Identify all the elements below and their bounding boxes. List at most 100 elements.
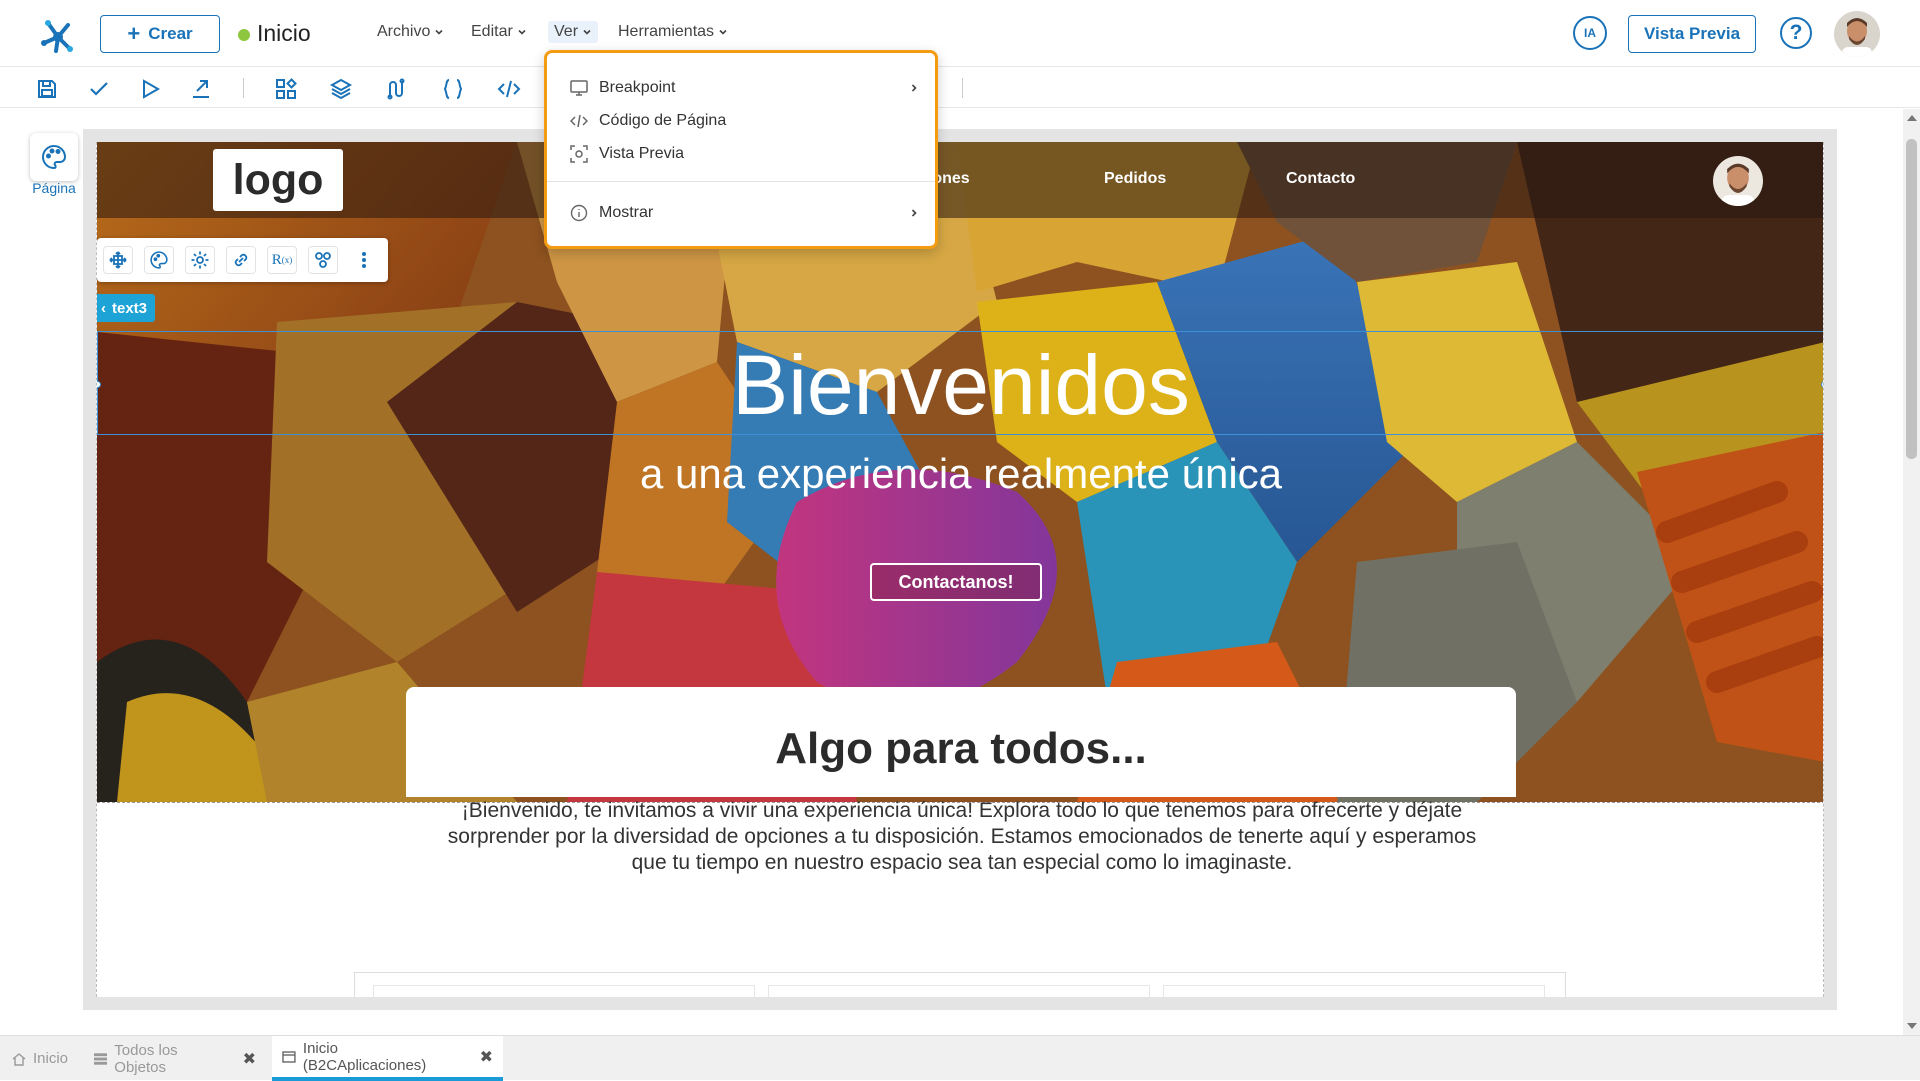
ai-button-label: IA <box>1584 26 1596 40</box>
menu-item-mostrar[interactable]: Mostrar <box>569 198 919 228</box>
selected-element-tag[interactable]: ‹ text3 <box>97 294 156 322</box>
check-icon[interactable] <box>87 77 111 101</box>
menu-ver-label: Ver <box>554 23 579 40</box>
monitor-icon <box>569 78 589 98</box>
page-icon <box>282 1050 296 1063</box>
help-icon: ? <box>1789 21 1803 44</box>
editor-toolbar <box>0 68 1920 108</box>
status-dot <box>238 29 250 41</box>
style-palette-icon[interactable] <box>144 246 174 274</box>
menu-archivo[interactable]: Archivo <box>377 23 444 41</box>
nav-link-pedidos[interactable]: Pedidos <box>1104 170 1166 188</box>
menu-item-breakpoint[interactable]: Breakpoint <box>569 73 919 103</box>
tab-inicio-label: Inicio <box>33 1050 69 1067</box>
connections-icon[interactable] <box>308 246 338 274</box>
menu-ver[interactable]: Ver <box>548 21 599 43</box>
info-icon <box>569 203 589 223</box>
export-icon[interactable] <box>189 77 213 101</box>
toolbar-separator <box>243 78 244 98</box>
flow-icon[interactable] <box>384 77 408 101</box>
close-tab-icon[interactable]: ✖ <box>480 1047 493 1067</box>
contact-button[interactable]: Contactanos! <box>870 563 1042 601</box>
code-icon[interactable] <box>497 77 521 101</box>
cards-row-container[interactable] <box>354 972 1566 997</box>
menu-herramientas-label: Herramientas <box>618 23 715 40</box>
menu-separator <box>547 181 935 182</box>
menu-item-mostrar-label: Mostrar <box>599 204 654 221</box>
create-button-label: Crear <box>148 24 193 43</box>
menu-item-breakpoint-label: Breakpoint <box>599 79 676 96</box>
resize-handle-right[interactable] <box>1821 381 1823 388</box>
chevron-right-icon <box>911 209 917 217</box>
menu-editar-label: Editar <box>471 23 513 40</box>
tab-active-label: Inicio (B2CAplicaciones) <box>302 1039 427 1074</box>
ver-menu-dropdown: Breakpoint Código de Página Vista Previa… <box>544 50 938 249</box>
create-button[interactable]: + Crear <box>100 15 220 53</box>
list-icon <box>94 1052 108 1065</box>
tab-inicio[interactable]: Inicio <box>2 1036 80 1081</box>
bottom-tab-bar: Inicio Todos los Objetos ✖ Inicio (B2CAp… <box>0 1035 1920 1081</box>
site-logo[interactable]: logo <box>213 149 343 211</box>
hero-subtitle[interactable]: a una experiencia realmente única <box>97 450 1823 498</box>
preview-button[interactable]: Vista Previa <box>1628 15 1756 53</box>
card-placeholder[interactable] <box>768 985 1150 997</box>
help-button[interactable]: ? <box>1780 17 1812 49</box>
scroll-up-arrow-icon[interactable] <box>1907 115 1917 121</box>
card-placeholder[interactable] <box>373 985 755 997</box>
preview-button-label: Vista Previa <box>1643 24 1741 43</box>
page-properties-label: Página <box>32 180 76 196</box>
chevron-right-icon <box>911 84 917 92</box>
page-title: Inicio <box>257 20 311 46</box>
settings-gear-icon[interactable] <box>185 246 215 274</box>
home-icon <box>12 1052 26 1066</box>
save-icon[interactable] <box>35 77 59 101</box>
menu-item-vista-previa[interactable]: Vista Previa <box>569 139 919 169</box>
menu-item-codigo-de-pagina[interactable]: Código de Página <box>569 106 919 136</box>
more-options-icon[interactable] <box>349 246 379 274</box>
menu-herramientas[interactable]: Herramientas <box>618 23 728 41</box>
preview-icon <box>569 144 589 164</box>
selected-element-name: text3 <box>112 299 148 317</box>
ai-button[interactable]: IA <box>1573 16 1607 50</box>
menu-archivo-label: Archivo <box>377 23 431 40</box>
chevron-down-icon <box>518 29 526 35</box>
play-icon[interactable] <box>138 77 162 101</box>
chevron-down-icon <box>719 29 727 35</box>
scroll-down-arrow-icon[interactable] <box>1907 1023 1917 1029</box>
toolbar-separator <box>962 78 963 98</box>
menu-item-codigo-label: Código de Página <box>599 112 727 129</box>
nav-link-contacto[interactable]: Contacto <box>1286 170 1355 188</box>
scroll-thumb[interactable] <box>1906 139 1917 459</box>
palette-icon <box>42 144 67 170</box>
site-user-avatar[interactable] <box>1713 156 1763 206</box>
link-icon[interactable] <box>226 246 256 274</box>
vertical-scrollbar[interactable] <box>1903 109 1920 1035</box>
components-icon[interactable] <box>274 77 298 101</box>
menu-item-vista-previa-label: Vista Previa <box>599 145 685 162</box>
code-icon <box>569 111 589 131</box>
section-title[interactable]: Algo para todos... <box>97 724 1823 774</box>
chevron-left-icon: ‹ <box>101 299 106 317</box>
close-tab-icon[interactable]: ✖ <box>243 1049 256 1069</box>
plus-icon: + <box>127 21 141 46</box>
user-avatar[interactable] <box>1834 11 1880 57</box>
move-icon[interactable] <box>103 246 133 274</box>
top-header: + Crear Inicio Archivo Editar Ver Herram… <box>0 0 1920 67</box>
tab-todos-los-objetos[interactable]: Todos los Objetos ✖ <box>84 1036 266 1081</box>
rules-function-icon[interactable]: R (x) <box>267 246 297 274</box>
tab-todos-label: Todos los Objetos <box>114 1041 178 1076</box>
chevron-down-icon <box>583 29 591 35</box>
tab-inicio-b2caplicaciones[interactable]: Inicio (B2CAplicaciones) ✖ <box>272 1036 503 1081</box>
element-toolbar: R (x) <box>97 238 388 282</box>
app-logo-icon[interactable] <box>36 13 78 55</box>
page-canvas[interactable]: logo ciones Pedidos Contacto Bienvenidos… <box>96 142 1824 997</box>
page-properties-button[interactable] <box>30 133 78 181</box>
card-placeholder[interactable] <box>1163 985 1545 997</box>
selected-element-outline <box>97 331 1823 435</box>
braces-icon[interactable] <box>441 77 465 101</box>
menu-editar[interactable]: Editar <box>471 23 527 41</box>
chevron-down-icon <box>435 29 443 35</box>
layers-icon[interactable] <box>329 77 353 101</box>
resize-handle-left[interactable] <box>97 381 101 388</box>
section-body[interactable]: ¡Bienvenido, te invitamos a vivir una ex… <box>447 798 1477 876</box>
